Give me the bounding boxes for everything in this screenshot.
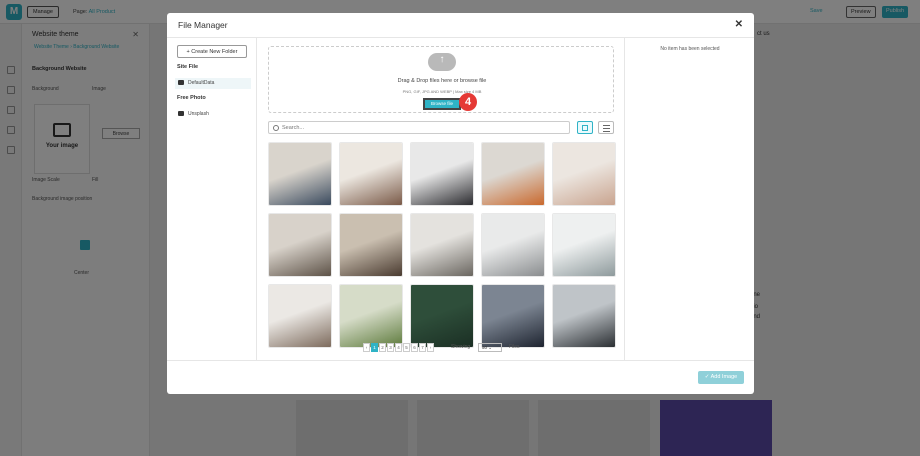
plant-phone-photo[interactable] xyxy=(339,284,403,348)
folder-item-unsplash[interactable]: Unsplash xyxy=(175,109,251,120)
page-button[interactable]: 7 xyxy=(419,343,426,352)
photo-image xyxy=(340,143,402,205)
photo-image xyxy=(269,285,331,347)
photo-image xyxy=(411,143,473,205)
drop-hint: PNG, GIF, JPG AND WEBP | Max size 4 MB xyxy=(402,89,482,94)
close-icon[interactable]: ✕ xyxy=(735,19,743,30)
modal-title: File Manager xyxy=(178,20,228,30)
next-page-button[interactable]: › xyxy=(427,343,434,352)
table-papers-photo[interactable] xyxy=(339,213,403,277)
woman-smiling-photo[interactable] xyxy=(481,142,545,206)
files-label: Files xyxy=(509,344,520,350)
divider xyxy=(167,360,754,361)
search-input[interactable] xyxy=(282,123,562,133)
photo-image xyxy=(269,143,331,205)
search-icon xyxy=(273,125,279,131)
no-selection-text: No item has been selected xyxy=(660,46,720,52)
conference-photo[interactable] xyxy=(552,213,616,277)
page-button[interactable]: 3 xyxy=(387,343,394,352)
grid-view-button[interactable] xyxy=(577,121,593,134)
business-team-photo[interactable] xyxy=(268,142,332,206)
office-group-photo[interactable] xyxy=(410,213,474,277)
folder-icon xyxy=(178,111,184,116)
photo-image xyxy=(269,214,331,276)
folder-label: Unsplash xyxy=(188,111,209,117)
office-window-photo[interactable] xyxy=(552,284,616,348)
showing-label: Showing xyxy=(451,344,471,350)
page-size-select[interactable]: 50 ⌄ xyxy=(478,343,502,352)
photo-image xyxy=(553,214,615,276)
list-icon xyxy=(603,128,610,129)
prev-page-button[interactable]: ‹ xyxy=(363,343,370,352)
page-button[interactable]: 6 xyxy=(411,343,418,352)
cloud-upload-icon: ↑ xyxy=(428,53,456,71)
photo-image xyxy=(340,285,402,347)
page-button[interactable]: 4 xyxy=(395,343,402,352)
presentation-room-photo[interactable] xyxy=(481,213,545,277)
photo-image xyxy=(553,143,615,205)
folder-item-defaultdata[interactable]: DefaultData xyxy=(175,78,251,89)
search-box xyxy=(268,121,570,134)
photo-image xyxy=(482,214,544,276)
woman-phone-photo[interactable] xyxy=(552,142,616,206)
folder-label: DefaultData xyxy=(188,80,215,86)
free-photo-heading: Free Photo xyxy=(177,95,206,101)
page-size-value: 50 xyxy=(482,345,488,350)
man-suit-photo[interactable] xyxy=(410,142,474,206)
photo-image xyxy=(411,285,473,347)
photo-image xyxy=(553,285,615,347)
drop-text: Drag & Drop files here or browse file xyxy=(397,78,487,84)
photo-image xyxy=(340,214,402,276)
add-image-button[interactable]: ✓ Add Image xyxy=(698,371,744,384)
team-meeting-photo[interactable] xyxy=(268,213,332,277)
page-button[interactable]: 2 xyxy=(379,343,386,352)
page-button[interactable]: 1 xyxy=(371,343,378,352)
folder-icon xyxy=(178,80,184,85)
photo-image xyxy=(482,285,544,347)
page-button[interactable]: 5 xyxy=(403,343,410,352)
create-folder-button[interactable]: + Create New Folder xyxy=(177,45,247,58)
step-badge: 4 xyxy=(459,93,477,111)
businessman-photo[interactable] xyxy=(481,284,545,348)
grid-icon xyxy=(582,125,588,131)
file-manager-modal: File Manager ✕ + Create New Folder Site … xyxy=(167,13,754,394)
photo-image xyxy=(411,214,473,276)
photo-image xyxy=(482,143,544,205)
chevron-down-icon: ⌄ xyxy=(488,345,493,350)
office-people-photo[interactable] xyxy=(268,284,332,348)
leaves-photo[interactable] xyxy=(410,284,474,348)
list-icon xyxy=(603,131,610,132)
site-file-heading: Site File xyxy=(177,64,199,70)
list-icon xyxy=(603,125,610,126)
drop-zone[interactable]: ↑ Drag & Drop files here or browse file … xyxy=(268,46,614,113)
browse-file-button[interactable]: Browse file xyxy=(423,98,461,110)
folder-sidebar: + Create New Folder Site File DefaultDat… xyxy=(167,38,257,360)
details-panel: No item has been selected xyxy=(624,38,754,360)
desk-hands-photo[interactable] xyxy=(339,142,403,206)
list-view-button[interactable] xyxy=(598,121,614,134)
